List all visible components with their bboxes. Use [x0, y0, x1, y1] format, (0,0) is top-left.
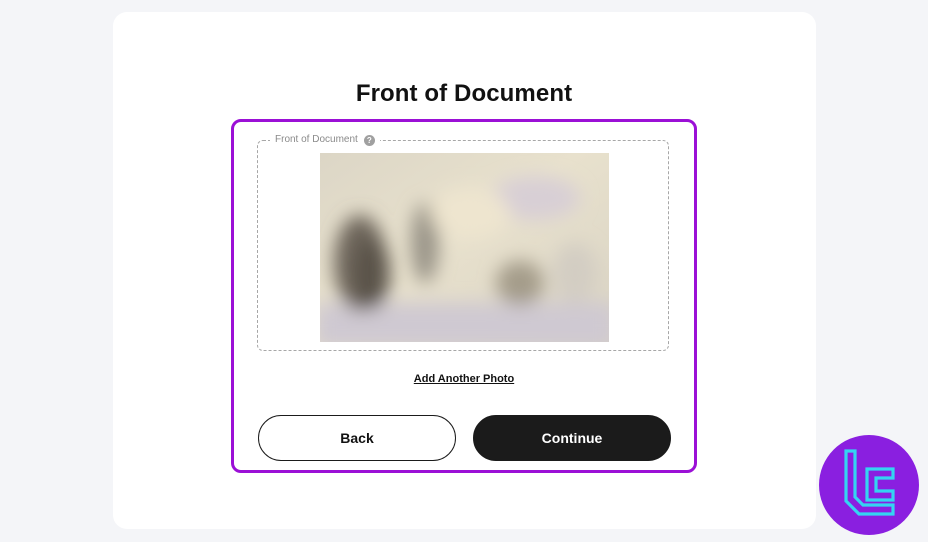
upload-legend-label: Front of Document	[275, 134, 358, 145]
upload-legend: Front of Document ?	[270, 133, 380, 147]
add-another-photo-link[interactable]: Add Another Photo	[0, 373, 928, 385]
brand-logo-icon	[819, 435, 919, 535]
continue-button[interactable]: Continue	[473, 415, 671, 461]
page-title: Front of Document	[355, 80, 573, 107]
question-circle-icon[interactable]: ?	[363, 134, 375, 146]
document-photo-preview	[320, 153, 609, 342]
back-button[interactable]: Back	[258, 415, 456, 461]
